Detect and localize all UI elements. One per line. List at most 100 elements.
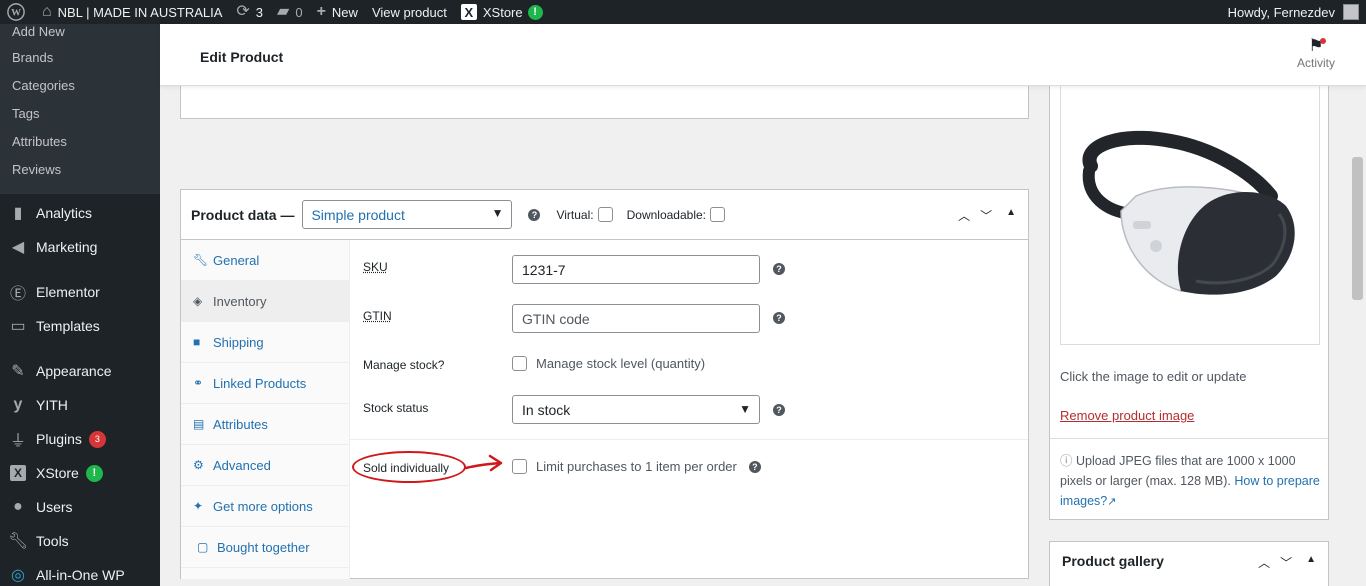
tab-advanced[interactable]: ⚙ Advanced [181,445,349,486]
virtual-checkbox[interactable] [597,207,613,222]
checkbox[interactable] [512,459,527,474]
xstore-icon: X [8,464,28,482]
plugins-update-badge: 3 [88,430,106,448]
activity-label: Activity [1296,56,1335,70]
updates-link[interactable]: ⟳ 3 [229,0,270,24]
submenu-attributes[interactable]: Attributes [0,127,160,155]
tab-bought-together[interactable]: ▢ Bought together [181,527,349,568]
wordpress-logo-icon[interactable]: W [0,0,35,24]
avatar [1343,4,1359,20]
sidebar-item-all-in-one-wp[interactable]: ◎ All-in-One WP [0,558,160,586]
bar-chart-icon: ▮ [13,205,23,222]
stock-status-select[interactable]: In stock ▼ [512,395,760,424]
truck-icon: ■ [193,335,201,349]
xstore-alert-badge: ! [527,4,543,20]
upload-note: ⓘ Upload JPEG files that are 1000 x 1000… [1060,451,1322,512]
tab-label: Attributes [213,416,268,432]
gtin-placeholder: GTIN code [522,310,590,327]
tab-attributes[interactable]: ▤ Attributes [181,404,349,445]
annotation-arrow [464,454,503,472]
submenu-tags[interactable]: Tags [0,99,160,127]
site-name-link[interactable]: ⌂ NBL | MADE IN AUSTRALIA [35,0,229,24]
sidebar-item-label: Tools [36,533,69,549]
help-icon[interactable]: ? [773,312,785,324]
sidebar-item-label: Plugins [36,431,82,447]
chevron-down-icon[interactable]: ﹀ [980,207,992,224]
product-image[interactable] [1060,86,1320,345]
sidebar-item-xstore[interactable]: X XStore ! [0,456,160,490]
tab-get-more-options[interactable]: ✦ Get more options [181,486,349,527]
tab-shipping[interactable]: ■ Shipping [181,322,349,363]
tab-label: Linked Products [213,375,307,391]
tab-linked-products[interactable]: ⚭ Linked Products [181,363,349,404]
downloadable-checkbox[interactable] [710,207,725,222]
sidebar-item-label: YITH [36,397,68,413]
wrench-icon: 🔧︎ [193,253,209,267]
plug-icon: ⏚ [9,433,26,450]
sidebar-item-elementor[interactable]: Ⓔ Elementor [0,275,160,309]
scrollbar-thumb[interactable] [1352,157,1363,300]
sidebar-item-label: Elementor [36,284,100,300]
submenu-brands[interactable]: Brands [0,43,160,71]
tab-inventory[interactable]: ◈ Inventory [181,281,349,322]
metabox-controls: ︿ ﹀ ▲ [958,207,1016,224]
collapse-toggle-icon[interactable]: ▲ [1306,554,1316,571]
page-header: Edit Product ⚑ Activity [160,24,1366,86]
xstore-menu[interactable]: X XStore ! [454,0,550,24]
submenu-reviews[interactable]: Reviews [0,155,160,183]
tab-label: Get more options [213,498,313,514]
help-icon[interactable]: ? [773,263,785,275]
user-account-menu[interactable]: Howdy, Fernezdev [1221,0,1366,24]
activity-button[interactable]: ⚑ Activity [1288,36,1344,70]
comments-link[interactable]: ▰ 0 [270,0,310,24]
yith-icon: y [13,396,23,413]
chevron-down-icon[interactable]: ﹀ [1280,554,1292,571]
remove-product-image-link[interactable]: Remove product image [1060,408,1194,423]
comments-count: 0 [295,4,303,20]
chevron-down-icon: ▼ [739,402,751,416]
gtin-input[interactable]: GTIN code [512,304,760,333]
sidebar-item-yith[interactable]: y YITH [0,388,160,422]
sidebar-item-label: Analytics [36,205,93,221]
sidebar-item-label: Templates [36,318,100,334]
tab-label: Inventory [213,293,267,309]
tab-label: Shipping [213,334,264,350]
gear-icon: ⚙ [193,458,204,472]
sidebar-item-users[interactable]: ● Users [0,490,160,524]
sidebar-item-appearance[interactable]: ✎ Appearance [0,354,160,388]
sidebar-item-tools[interactable]: 🔧︎ Tools [0,524,160,558]
elementor-icon: Ⓔ [9,286,26,303]
submenu-categories[interactable]: Categories [0,71,160,99]
sidebar-item-label: Appearance [36,363,112,379]
sidebar-item-analytics[interactable]: ▮ Analytics [0,196,160,230]
refresh-icon: ⟳ [236,3,250,20]
sidebar-item-plugins[interactable]: ⏚ Plugins 3 [0,422,160,456]
help-icon[interactable]: ? [773,404,785,416]
xstore-logo-icon: X [460,4,477,20]
sidebar-item-templates[interactable]: ▭ Templates [0,309,160,343]
sidebar-item-marketing[interactable]: ◀ Marketing [0,230,160,264]
activity-notification-dot [1320,38,1326,44]
manage-stock-checkbox[interactable]: Manage stock level (quantity) [512,356,705,371]
previous-metabox [180,86,1029,119]
help-icon[interactable]: ? [528,208,541,221]
new-content-link[interactable]: + New [310,0,365,24]
collapse-toggle-icon[interactable]: ▲ [1006,207,1016,224]
sold-individually-checkbox[interactable]: Limit purchases to 1 item per order ? [512,459,761,474]
product-image-metabox: Click the image to edit or update Remove… [1049,86,1329,520]
product-data-title: Product data — [191,206,295,223]
manage-stock-checkbox-label: Manage stock level (quantity) [536,356,706,371]
checkbox[interactable] [512,356,527,371]
help-icon[interactable]: ? [748,460,761,473]
submenu-add-new[interactable]: Add New [0,24,160,43]
chevron-up-icon[interactable]: ︿ [1258,554,1270,571]
tab-general[interactable]: 🔧︎ General [181,240,349,281]
sku-label: SKU [363,260,388,274]
view-product-link[interactable]: View product [365,0,454,24]
product-type-select[interactable]: Simple product ▼ [302,200,513,229]
sku-input[interactable]: 1231-7 [512,255,760,284]
product-gallery-metabox: Product gallery ︿ ﹀ ▲ [1049,541,1329,586]
chevron-up-icon[interactable]: ︿ [958,207,970,224]
howdy-text: Howdy, Fernezdev [1227,4,1335,20]
annotation-ellipse [352,451,466,483]
